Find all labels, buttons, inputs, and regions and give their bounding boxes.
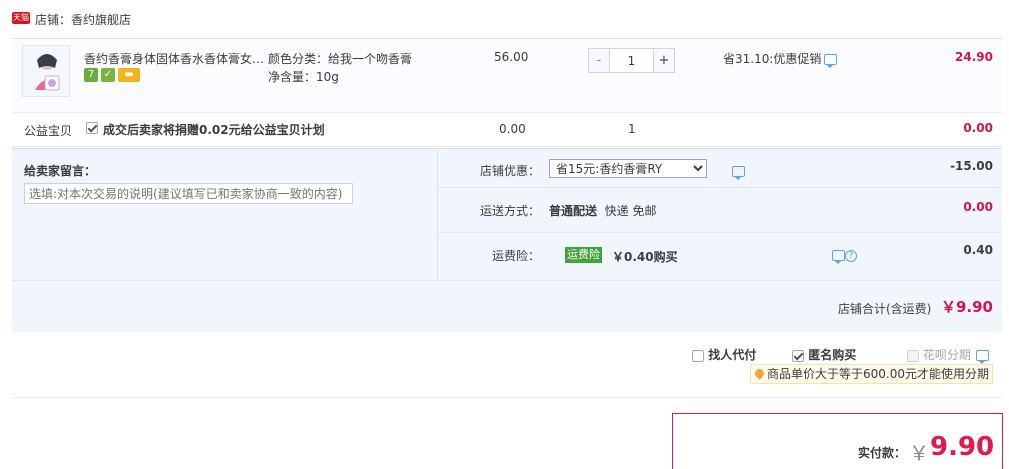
product-title-link[interactable]: 香约香膏身体固体香水香体膏女…	[84, 50, 270, 67]
credit-card-icon[interactable]: ▬	[118, 68, 140, 82]
coupon-value: -15.00	[950, 159, 993, 173]
shipping-detail: 快递 免邮	[604, 204, 657, 218]
charity-checkbox[interactable]	[86, 121, 98, 134]
pay-for-me-label: 找人代付	[708, 348, 757, 362]
quantity-decrease-button[interactable]: -	[588, 48, 610, 73]
shop-total-value: ￥9.90	[940, 298, 993, 316]
anonymous-purchase-checkbox[interactable]	[792, 349, 804, 362]
pay-for-me-option[interactable]: 找人代付	[692, 346, 756, 363]
seller-message-input[interactable]	[24, 183, 353, 204]
unit-price: 56.00	[494, 50, 529, 64]
charity-quantity: 1	[628, 122, 636, 136]
coupon-chat-icon[interactable]	[731, 166, 745, 180]
section-divider	[12, 397, 1002, 398]
insurance-text: ￥0.40购买	[612, 250, 678, 264]
location-pin-icon	[753, 367, 766, 380]
charity-price: 0.00	[499, 122, 526, 136]
option-divider	[438, 232, 1002, 233]
charity-text: 成交后卖家将捐赠0.02元给公益宝贝计划	[103, 123, 325, 137]
charity-label: 公益宝贝	[24, 124, 73, 138]
promo-info: 省31.10:优惠促销	[723, 50, 838, 68]
anonymous-purchase-label: 匿名购买	[808, 348, 857, 362]
shop-label-prefix: 店铺：	[35, 13, 72, 27]
shipping-label: 运送方式：	[480, 204, 541, 218]
insurance-label: 运费险：	[492, 249, 541, 263]
shop-label: 店铺：香约旗舰店	[35, 11, 131, 28]
seven-day-return-icon[interactable]: 7	[84, 68, 98, 82]
insurance-value: 0.40	[963, 243, 993, 257]
item-subtotal: 24.90	[955, 50, 993, 64]
charity-total: 0.00	[963, 121, 993, 135]
shop-total-label: 店铺合计(含运费)	[838, 302, 932, 316]
insurance-badge: 运费险	[565, 247, 602, 263]
product-image-icon	[23, 46, 69, 96]
installment-label: 花呗分期	[922, 348, 971, 362]
insurance-icons: ?	[832, 248, 857, 264]
sku-size: 净含量：10g	[268, 70, 339, 84]
product-thumbnail[interactable]	[22, 45, 70, 97]
tmall-icon: 天猫	[12, 12, 30, 24]
coupon-label: 店铺优惠：	[480, 164, 541, 178]
shop-header	[0, 0, 1009, 38]
anonymous-purchase-option[interactable]: 匿名购买	[792, 346, 856, 363]
total-currency: ￥	[909, 441, 929, 465]
quantity-stepper: - +	[588, 48, 675, 73]
shipping-method-name: 普通配送	[549, 204, 598, 218]
quantity-input[interactable]	[610, 48, 653, 73]
service-badges: 7 ✓ ▬	[84, 68, 143, 84]
total-label: 实付款：	[858, 446, 907, 460]
installment-checkbox	[907, 349, 919, 362]
shop-name-link[interactable]: 香约旗舰店	[71, 13, 131, 27]
shipping-method: 普通配送 快递 免邮	[549, 202, 656, 219]
guarantee-shield-icon[interactable]: ✓	[101, 68, 115, 82]
promo-chat-icon[interactable]	[824, 54, 838, 68]
insurance-help-icon[interactable]: ?	[845, 249, 857, 262]
sku-color: 颜色分类：给我一个吻香膏	[268, 52, 413, 66]
insurance-chat-icon[interactable]	[832, 250, 845, 264]
quantity-increase-button[interactable]: +	[653, 48, 675, 73]
option-divider	[12, 280, 1002, 281]
coupon-select[interactable]: 省15元:香约香膏RY	[549, 159, 707, 178]
installment-option: 花呗分期	[907, 346, 989, 364]
pay-for-me-checkbox[interactable]	[692, 349, 704, 362]
total-value: 9.90	[930, 432, 995, 462]
option-divider	[438, 187, 1002, 188]
promo-text: 省31.10:优惠促销	[723, 52, 822, 66]
seller-message-title: 给卖家留言：	[24, 164, 97, 178]
installment-tip-text: 商品单价大于等于600.00元才能使用分期	[767, 367, 989, 381]
installment-tip: 商品单价大于等于600.00元才能使用分期	[750, 364, 993, 384]
shipping-value: 0.00	[963, 200, 993, 214]
installment-chat-icon[interactable]	[975, 350, 989, 364]
